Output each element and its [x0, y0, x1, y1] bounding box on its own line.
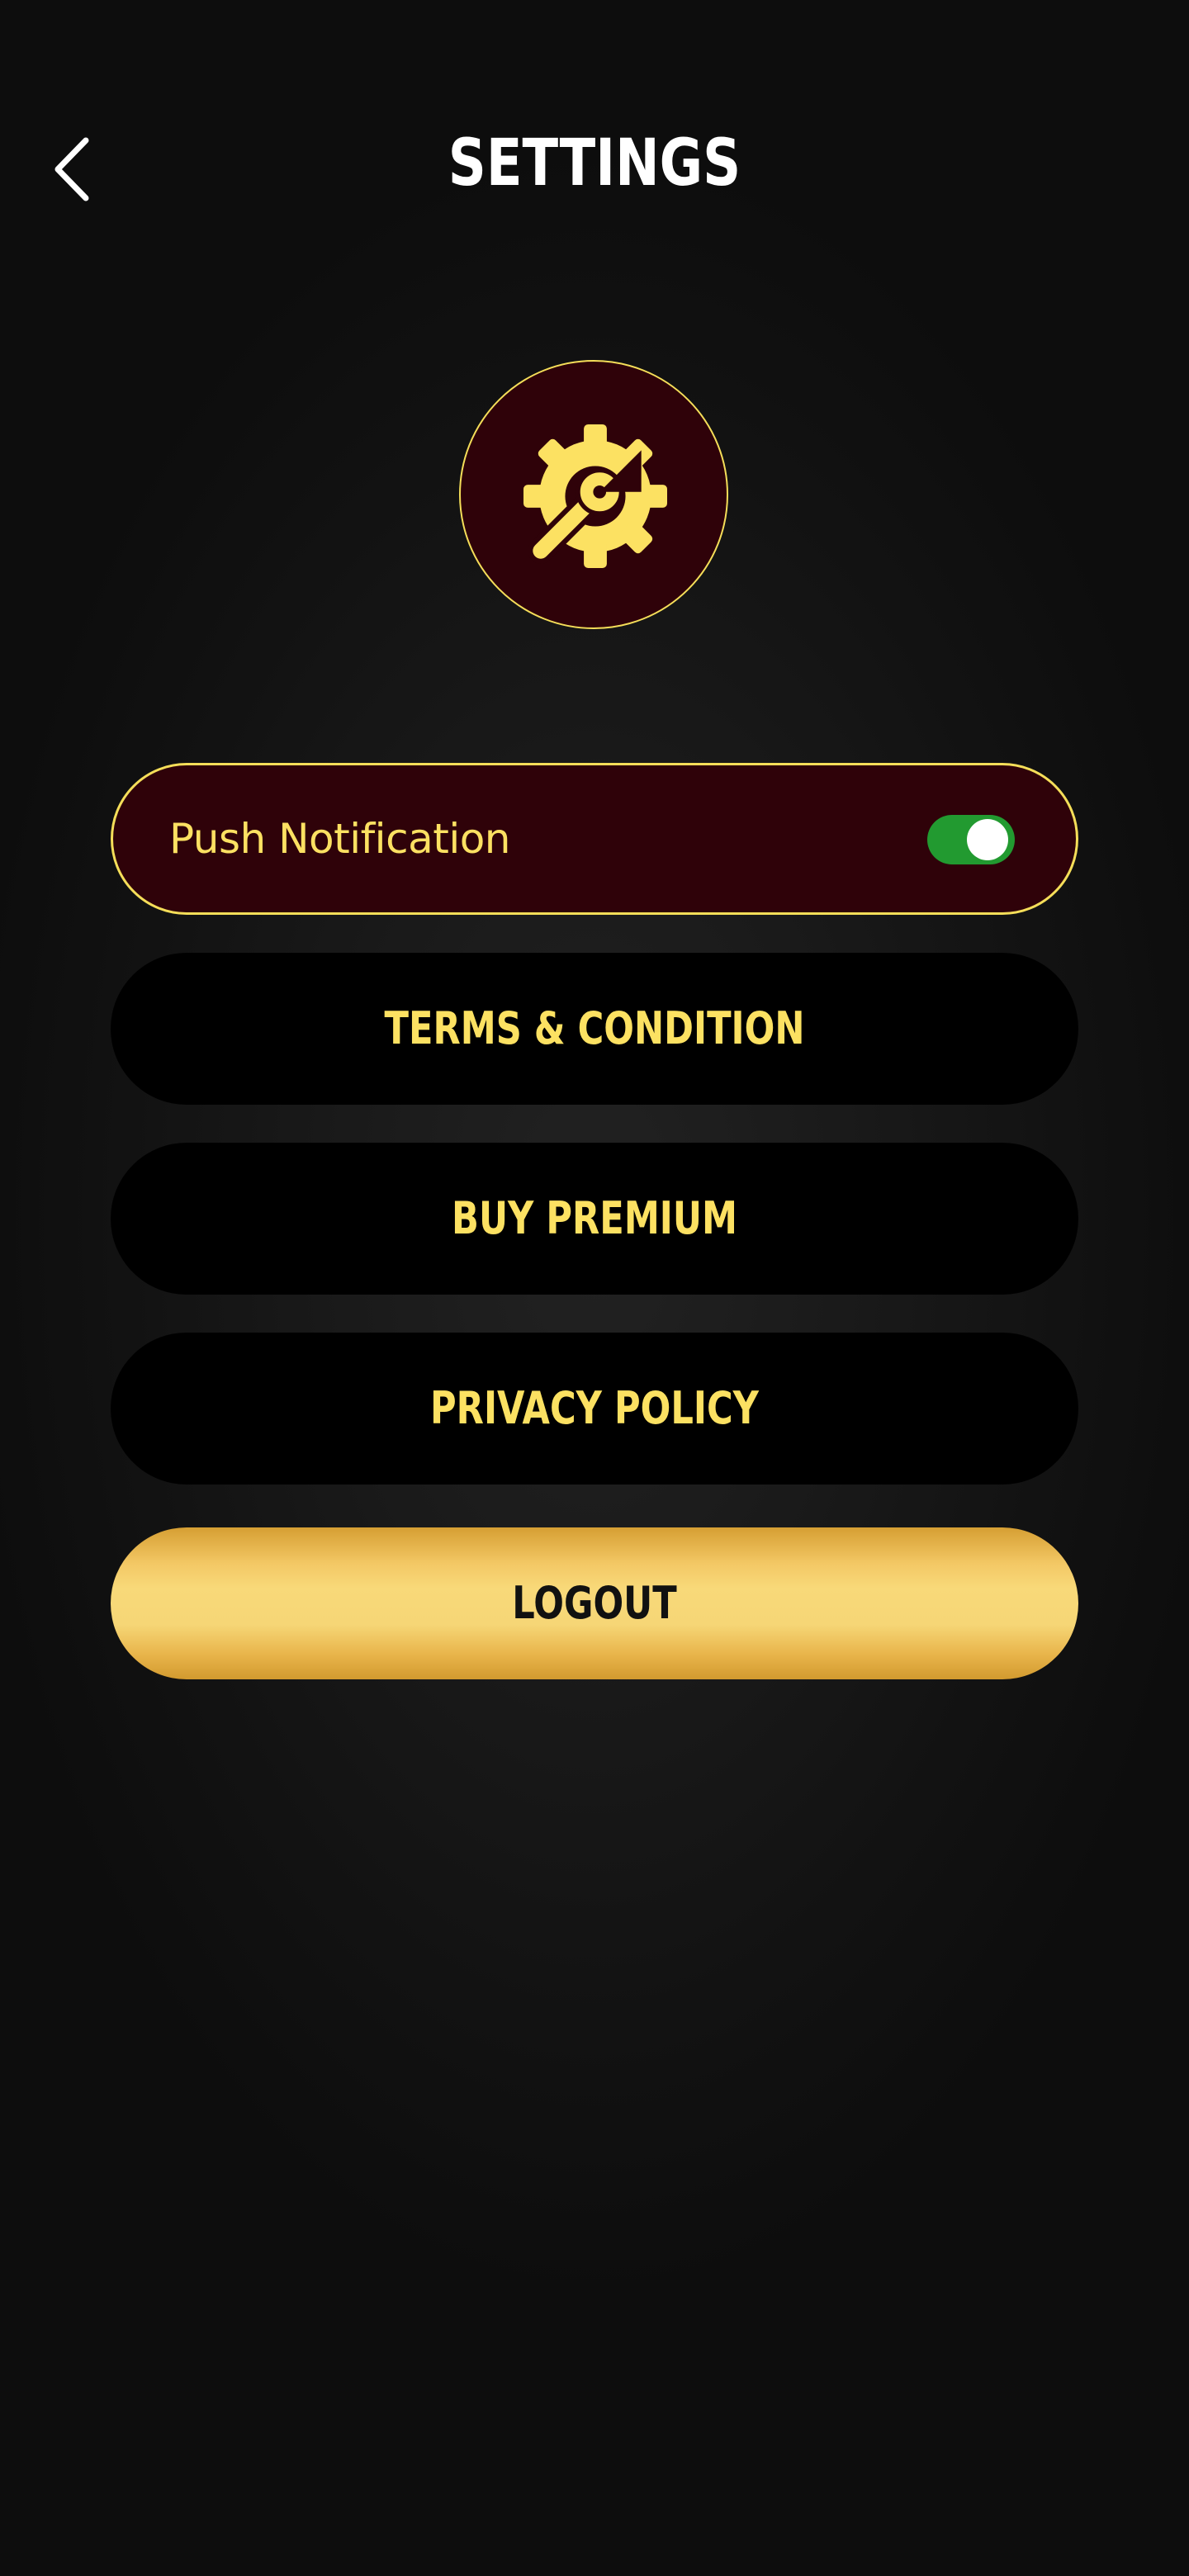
- terms-condition-label: TERMS & CONDITION: [384, 1002, 805, 1054]
- buy-premium-button[interactable]: BUY PREMIUM: [111, 1143, 1078, 1295]
- page-title: SETTINGS: [448, 126, 741, 201]
- push-notification-row[interactable]: Push Notification: [111, 763, 1078, 915]
- gear-wrench-icon: [523, 424, 667, 568]
- buy-premium-label: BUY PREMIUM: [452, 1192, 737, 1244]
- toggle-knob: [967, 819, 1008, 860]
- terms-condition-button[interactable]: TERMS & CONDITION: [111, 953, 1078, 1105]
- push-notification-toggle[interactable]: [927, 815, 1015, 864]
- logout-label: LOGOUT: [512, 1577, 677, 1629]
- privacy-policy-button[interactable]: PRIVACY POLICY: [111, 1333, 1078, 1485]
- push-notification-label: Push Notification: [169, 815, 510, 863]
- back-button[interactable]: [48, 134, 106, 205]
- settings-emblem: [459, 360, 728, 629]
- chevron-left-icon: [54, 137, 89, 201]
- privacy-policy-label: PRIVACY POLICY: [430, 1382, 759, 1434]
- logout-button[interactable]: LOGOUT: [111, 1527, 1078, 1679]
